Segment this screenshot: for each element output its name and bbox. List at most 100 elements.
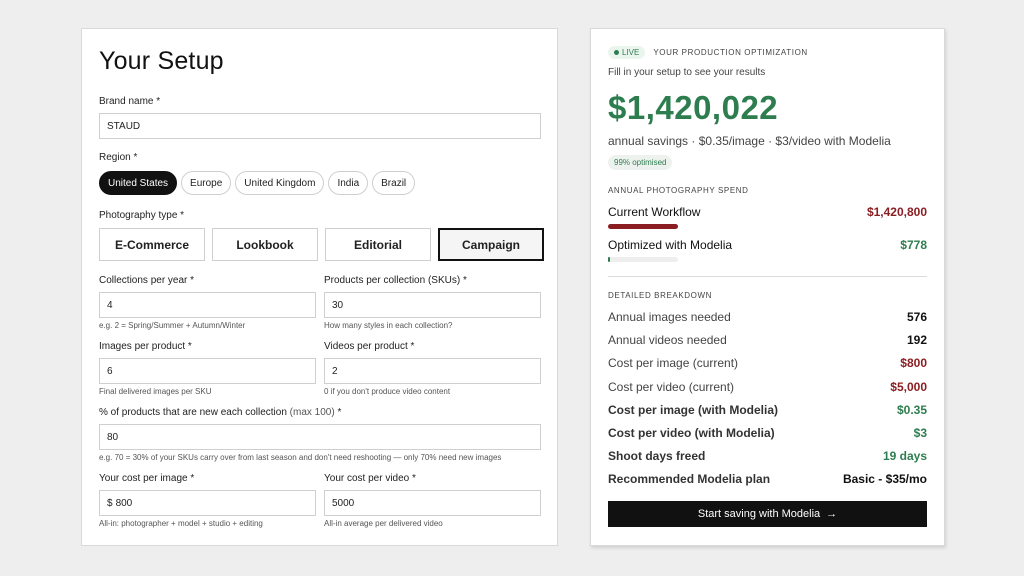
current-workflow-value: $1,420,800 <box>866 205 927 219</box>
new-products-label-main: % of products that are new each collecti… <box>99 407 287 418</box>
current-workflow-bar-fill <box>608 224 678 229</box>
cost-video-input[interactable]: 5000 <box>324 490 541 516</box>
breakdown-row: Annual videos needed 192 <box>608 333 927 347</box>
currency-prefix: $ <box>107 497 113 509</box>
results-eyebrow: YOUR PRODUCTION OPTIMIZATION <box>653 48 808 57</box>
new-products-value: 80 <box>107 431 119 443</box>
collections-hint: e.g. 2 = Spring/Summer + Autumn/Winter <box>99 321 246 330</box>
results-panel: LIVE YOUR PRODUCTION OPTIMIZATION Fill i… <box>590 28 945 546</box>
new-products-label: % of products that are new each collecti… <box>99 407 341 418</box>
collections-input[interactable]: 4 <box>99 292 316 318</box>
photography-type-group: E-Commerce Lookbook Editorial Campaign <box>99 228 544 261</box>
live-label: LIVE <box>622 48 640 57</box>
phototype-campaign-button[interactable]: Campaign <box>438 228 544 261</box>
phototype-lookbook-button[interactable]: Lookbook <box>212 228 318 261</box>
optimized-row: Optimized with Modelia $778 <box>608 238 927 252</box>
live-badge: LIVE <box>608 46 646 59</box>
region-chip-united-states[interactable]: United States <box>99 171 178 195</box>
start-saving-button[interactable]: Start saving with Modelia → <box>608 501 927 527</box>
cost-image-hint: All-in: photographer + model + studio + … <box>99 519 263 528</box>
breakdown-value: 576 <box>906 310 927 324</box>
breakdown-value: $0.35 <box>896 402 927 417</box>
breakdown-label: Cost per video (with Modelia) <box>608 426 775 440</box>
products-label: Products per collection (SKUs) * <box>324 275 467 286</box>
spend-heading: ANNUAL PHOTOGRAPHY SPEND <box>608 186 749 195</box>
arrow-right-icon: → <box>826 508 838 520</box>
current-workflow-row: Current Workflow $1,420,800 <box>608 205 927 219</box>
collections-value: 4 <box>107 299 113 311</box>
region-label: Region * <box>99 152 138 163</box>
breakdown-label: Annual videos needed <box>608 333 727 348</box>
current-workflow-label: Current Workflow <box>608 205 701 219</box>
region-chip-group: United States Europe United Kingdom Indi… <box>99 171 416 195</box>
breakdown-label: Recommended Modelia plan <box>608 472 771 487</box>
cost-video-value: 5000 <box>332 497 355 509</box>
breakdown-label: Cost per image (with Modelia) <box>608 402 779 417</box>
brand-name-value: STAUD <box>107 120 141 132</box>
brand-name-input[interactable]: STAUD <box>99 113 541 139</box>
live-dot-icon <box>614 50 619 55</box>
annual-savings-value: $1,420,022 <box>608 89 779 126</box>
breakdown-value: $5,000 <box>890 379 927 394</box>
current-workflow-bar-track <box>608 224 678 229</box>
products-hint: How many styles in each collection? <box>324 321 453 330</box>
breakdown-value: $3 <box>913 426 927 440</box>
images-hint: Final delivered images per SKU <box>99 387 212 396</box>
products-value: 30 <box>332 299 344 311</box>
photography-type-label: Photography type * <box>99 210 185 221</box>
optimised-badge: 99% optimised <box>608 155 673 170</box>
new-products-hint: e.g. 70 = 30% of your SKUs carry over fr… <box>99 453 502 462</box>
region-chip-europe[interactable]: Europe <box>181 171 232 195</box>
breakdown-row: Cost per image (current) $800 <box>608 356 927 370</box>
start-saving-label: Start saving with Modelia <box>697 508 821 520</box>
breakdown-row: Cost per image (with Modelia) $0.35 <box>608 403 927 417</box>
new-products-input[interactable]: 80 <box>99 424 541 450</box>
breakdown-row: Cost per video (current) $5,000 <box>608 380 927 394</box>
images-input[interactable]: 6 <box>99 358 316 384</box>
breakdown-value: Basic - $35/mo <box>842 472 927 487</box>
breakdown-value: 19 days <box>882 449 927 464</box>
videos-value: 2 <box>332 365 338 377</box>
cost-image-input[interactable]: $ 800 <box>99 490 316 516</box>
images-value: 6 <box>107 365 113 377</box>
breakdown-label: Shoot days freed <box>608 449 706 464</box>
results-prompt: Fill in your setup to see your results <box>608 67 766 78</box>
optimized-bar-fill <box>608 257 610 262</box>
images-label: Images per product * <box>99 341 192 352</box>
phototype-editorial-button[interactable]: Editorial <box>325 228 431 261</box>
breakdown-value: 192 <box>906 333 927 348</box>
breakdown-heading: DETAILED BREAKDOWN <box>608 291 712 300</box>
optimized-label: Optimized with Modelia <box>608 238 733 252</box>
brand-name-label: Brand name * <box>99 96 161 107</box>
collections-label: Collections per year * <box>99 275 195 286</box>
videos-label: Videos per product * <box>324 341 415 352</box>
region-chip-india[interactable]: India <box>328 171 369 195</box>
breakdown-value: $800 <box>900 356 927 371</box>
breakdown-row: Shoot days freed 19 days <box>608 449 927 463</box>
phototype-ecommerce-button[interactable]: E-Commerce <box>99 228 205 261</box>
cost-image-value: 800 <box>115 497 133 509</box>
breakdown-row: Recommended Modelia plan Basic - $35/mo <box>608 472 927 486</box>
breakdown-label: Cost per image (current) <box>608 356 739 371</box>
videos-hint: 0 if you don't produce video content <box>324 387 451 396</box>
breakdown-label: Annual images needed <box>608 310 731 324</box>
section-divider <box>608 276 927 277</box>
optimized-value: $778 <box>900 238 927 252</box>
annual-savings-subtext: annual savings · $0.35/image · $3/video … <box>608 134 891 148</box>
region-chip-united-kingdom[interactable]: United Kingdom <box>235 171 325 195</box>
cost-video-label: Your cost per video * <box>324 473 416 484</box>
breakdown-label: Cost per video (current) <box>608 379 735 394</box>
cost-video-hint: All-in average per delivered video <box>324 519 443 528</box>
new-products-label-max: (max 100) <box>289 407 335 418</box>
setup-panel: Your Setup Brand name * STAUD Region * U… <box>81 28 558 546</box>
breakdown-row: Annual images needed 576 <box>608 310 927 324</box>
videos-input[interactable]: 2 <box>324 358 541 384</box>
optimized-bar-track <box>608 257 678 262</box>
page-title: Your Setup <box>99 47 224 75</box>
new-products-label-required: * <box>337 407 342 418</box>
cost-image-label: Your cost per image * <box>99 473 195 484</box>
results-header: LIVE YOUR PRODUCTION OPTIMIZATION <box>608 46 808 59</box>
region-chip-brazil[interactable]: Brazil <box>372 171 416 195</box>
breakdown-row: Cost per video (with Modelia) $3 <box>608 426 927 440</box>
products-input[interactable]: 30 <box>324 292 541 318</box>
